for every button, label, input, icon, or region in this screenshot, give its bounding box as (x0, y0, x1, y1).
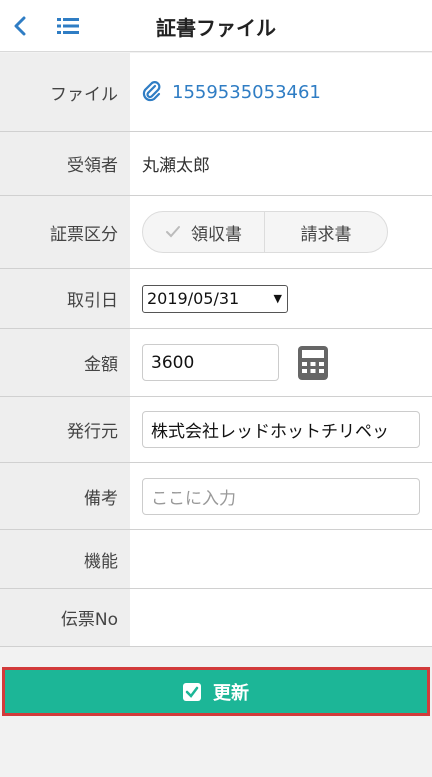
notes-input[interactable]: ここに入力 (142, 477, 420, 515)
file-name: 1559535053461 (172, 81, 321, 103)
issuer-input[interactable]: 株式会社レッドホットチリペッ (142, 411, 420, 448)
voucher-option-label: 請求書 (300, 224, 352, 245)
issuer-value: 株式会社レッドホットチリペッ (151, 422, 389, 442)
transaction-date-label: 取引日 (0, 269, 130, 328)
transaction-date-value: 2019/05/31 (147, 289, 240, 308)
issuer-label: 発行元 (0, 397, 130, 462)
voucher-type-label: 証票区分 (0, 196, 130, 268)
recipient-label: 受領者 (0, 132, 130, 195)
slip-no-row: 伝票No (0, 589, 432, 646)
slip-no-label: 伝票No (0, 589, 130, 646)
function-value (130, 530, 432, 588)
issuer-row: 発行元 株式会社レッドホットチリペッ (0, 397, 432, 463)
notes-placeholder: ここに入力 (151, 488, 236, 509)
update-button-label: 更新 (213, 682, 249, 704)
file-label: ファイル (0, 53, 130, 131)
list-icon (56, 16, 80, 36)
voucher-type-segmented-control: 領収書 請求書 (142, 211, 388, 253)
transaction-date-row: 取引日 2019/05/31 ▼ (0, 269, 432, 329)
function-label: 機能 (0, 530, 130, 588)
app-header: 証書ファイル (0, 0, 432, 52)
notes-row: 備考 ここに入力 (0, 463, 432, 530)
update-button[interactable]: 更新 (2, 667, 430, 716)
calculator-button[interactable] (297, 345, 329, 381)
voucher-type-option-receipt[interactable]: 領収書 (143, 212, 265, 252)
amount-value: 3600 (151, 352, 195, 373)
paperclip-icon (142, 81, 162, 103)
voucher-type-row: 証票区分 領収書 請求書 (0, 196, 432, 269)
certificate-form: ファイル 1559535053461 受領者 丸瀬太郎 証票区分 領収書 請求書… (0, 53, 432, 647)
voucher-type-option-invoice[interactable]: 請求書 (265, 212, 387, 252)
amount-label: 金額 (0, 329, 130, 396)
check-icon (165, 225, 181, 239)
file-link[interactable]: 1559535053461 (142, 81, 321, 103)
slip-no-value (130, 589, 432, 646)
notes-label: 備考 (0, 463, 130, 529)
amount-row: 金額 3600 (0, 329, 432, 397)
recipient-row: 受領者 丸瀬太郎 (0, 132, 432, 196)
file-row: ファイル 1559535053461 (0, 53, 432, 132)
voucher-option-label: 領収書 (191, 224, 242, 245)
recipient-value: 丸瀬太郎 (130, 132, 432, 195)
calculator-icon (297, 345, 329, 381)
transaction-date-select[interactable]: 2019/05/31 ▼ (142, 284, 288, 313)
function-row: 機能 (0, 530, 432, 589)
chevron-left-icon (13, 16, 27, 36)
caret-down-icon: ▼ (273, 291, 282, 305)
menu-button[interactable] (54, 12, 82, 40)
back-button[interactable] (8, 12, 32, 40)
amount-input[interactable]: 3600 (142, 344, 279, 381)
checkbox-icon (183, 682, 201, 701)
